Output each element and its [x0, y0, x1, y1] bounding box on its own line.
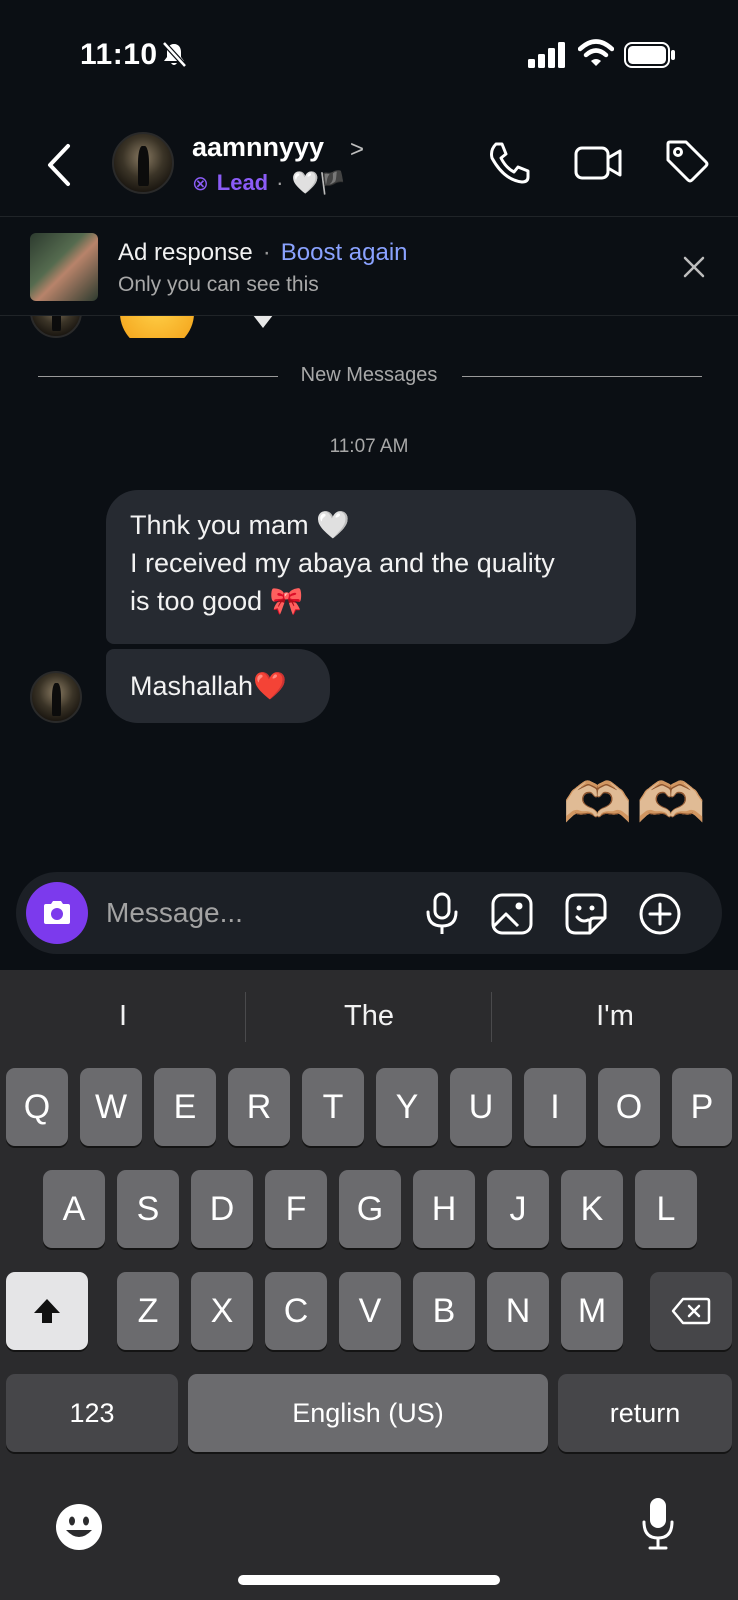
message-line: Thnk you mam 🤍 [130, 510, 350, 540]
heart-icon [246, 316, 280, 328]
avatar [30, 316, 82, 338]
battery-icon [624, 42, 675, 68]
divider-line [462, 376, 702, 377]
separator: · [262, 239, 271, 266]
key-q[interactable]: Q [6, 1068, 68, 1146]
key-w[interactable]: W [80, 1068, 142, 1146]
sticker-icon[interactable] [564, 892, 608, 936]
key-g[interactable]: G [339, 1170, 401, 1248]
phone-icon[interactable] [486, 140, 532, 186]
ad-title: Ad response [118, 239, 253, 266]
shift-key[interactable] [6, 1272, 88, 1350]
wifi-icon [578, 39, 614, 66]
home-indicator[interactable] [238, 1575, 500, 1585]
lead-row: ⊗ Lead · 🤍🏴 [192, 170, 346, 196]
key-d[interactable]: D [191, 1170, 253, 1248]
plus-icon[interactable] [638, 892, 682, 936]
suggestion-item[interactable]: I'm [492, 1000, 738, 1033]
key-a[interactable]: A [43, 1170, 105, 1248]
chevron-right-icon[interactable]: > [350, 136, 364, 164]
shift-icon [34, 1299, 60, 1323]
key-s[interactable]: S [117, 1170, 179, 1248]
key-x[interactable]: X [191, 1272, 253, 1350]
space-key[interactable]: English (US) [188, 1374, 548, 1452]
ad-title-row: Ad response · Boost again [118, 239, 408, 267]
message-timestamp: 11:07 AM [329, 436, 409, 457]
key-o[interactable]: O [598, 1068, 660, 1146]
received-message-bubble[interactable]: Mashallah❤️ [106, 649, 330, 723]
key-v[interactable]: V [339, 1272, 401, 1350]
status-emojis: 🤍🏴 [291, 170, 347, 195]
avatar[interactable] [112, 132, 174, 194]
key-c[interactable]: C [265, 1272, 327, 1350]
message-line: Mashallah❤️ [130, 671, 287, 701]
key-y[interactable]: Y [376, 1068, 438, 1146]
key-z[interactable]: Z [117, 1272, 179, 1350]
suggestion-bar: I The I'm [0, 970, 738, 1068]
return-key[interactable]: return [558, 1374, 732, 1452]
camera-icon [44, 901, 70, 924]
signal-icon [528, 42, 565, 68]
close-icon[interactable] [680, 253, 708, 281]
ad-thumbnail[interactable] [30, 233, 98, 301]
key-r[interactable]: R [228, 1068, 290, 1146]
backspace-icon [671, 1297, 711, 1325]
boost-again-link[interactable]: Boost again [281, 239, 408, 267]
suggestion-item[interactable]: I [0, 1000, 246, 1033]
key-m[interactable]: M [561, 1272, 623, 1350]
emoji-icon[interactable] [54, 1502, 104, 1552]
key-h[interactable]: H [413, 1170, 475, 1248]
dictation-icon[interactable] [640, 1496, 676, 1552]
message-composer [16, 872, 722, 954]
tag-icon[interactable] [664, 138, 710, 184]
key-f[interactable]: F [265, 1170, 327, 1248]
status-bar: 11:10 [0, 0, 738, 110]
camera-button[interactable] [26, 882, 88, 944]
suggestion-item[interactable]: The [246, 1000, 492, 1033]
bell-off-icon [162, 41, 187, 68]
key-t[interactable]: T [302, 1068, 364, 1146]
key-b[interactable]: B [413, 1272, 475, 1350]
status-time: 11:10 [80, 38, 158, 71]
emoji-reaction [120, 316, 194, 338]
message-line: I received my abaya and the quality [130, 548, 555, 578]
lead-icon: ⊗ [192, 172, 209, 195]
contact-username[interactable]: aamnnyyy [192, 132, 324, 163]
mic-icon[interactable] [422, 892, 462, 936]
keyboard: I The I'm Q W E R T Y U I O P A S D F G … [0, 970, 738, 1600]
lead-label[interactable]: Lead [217, 170, 268, 196]
gallery-icon[interactable] [490, 892, 534, 936]
key-j[interactable]: J [487, 1170, 549, 1248]
sent-emoji-message[interactable]: 🫶🏼🫶🏼 [563, 770, 710, 836]
previous-messages-cutoff [0, 316, 738, 338]
received-message-bubble[interactable]: Thnk you mam 🤍 I received my abaya and t… [106, 490, 636, 644]
chat-header: aamnnyyy > ⊗ Lead · 🤍🏴 [0, 110, 738, 216]
avatar[interactable] [30, 671, 82, 723]
key-u[interactable]: U [450, 1068, 512, 1146]
back-icon[interactable] [40, 140, 80, 190]
key-e[interactable]: E [154, 1068, 216, 1146]
ad-subtitle: Only you can see this [118, 273, 319, 296]
key-l[interactable]: L [635, 1170, 697, 1248]
backspace-key[interactable] [650, 1272, 732, 1350]
video-icon[interactable] [574, 140, 624, 186]
key-k[interactable]: K [561, 1170, 623, 1248]
new-messages-divider: New Messages [0, 362, 738, 392]
key-p[interactable]: P [672, 1068, 732, 1146]
numbers-key[interactable]: 123 [6, 1374, 178, 1452]
ad-response-banner: Ad response · Boost again Only you can s… [0, 216, 738, 316]
key-i[interactable]: I [524, 1068, 586, 1146]
key-n[interactable]: N [487, 1272, 549, 1350]
message-input[interactable] [106, 893, 396, 933]
separator: · [276, 170, 284, 195]
message-line: is too good 🎀 [130, 586, 304, 616]
